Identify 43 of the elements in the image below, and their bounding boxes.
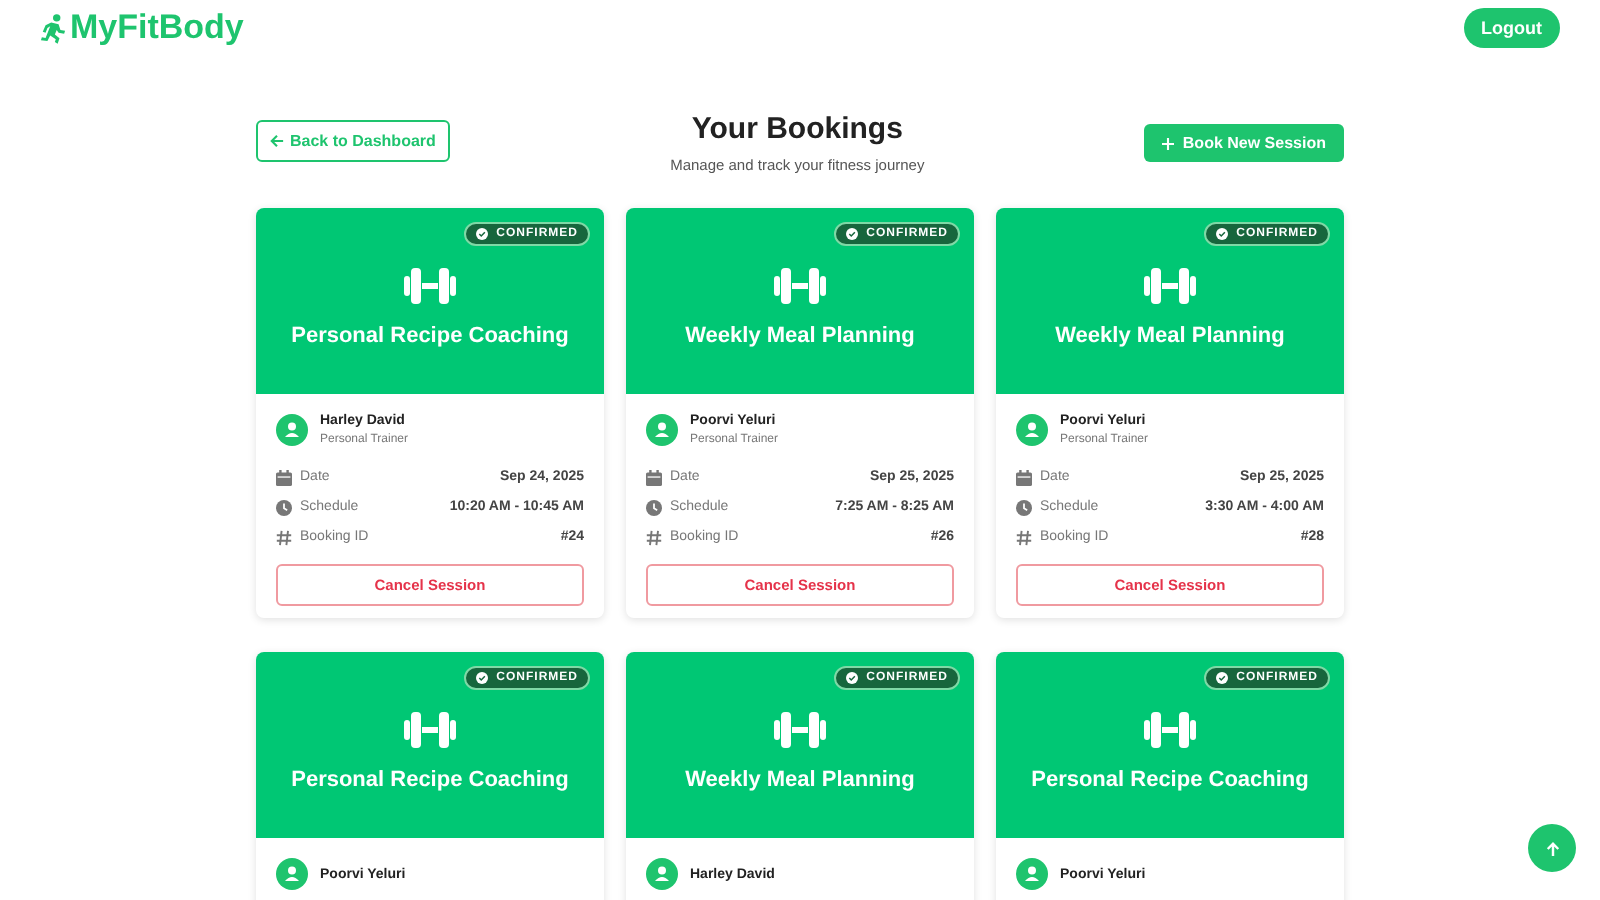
service-title: Weekly Meal Planning (685, 768, 915, 792)
clock-icon (646, 499, 662, 515)
check-circle-icon (1216, 228, 1229, 240)
hash-icon (276, 529, 292, 545)
hash-icon (1016, 529, 1032, 545)
avatar-icon (1016, 858, 1048, 890)
dumbbell-icon (774, 710, 826, 750)
runner-icon (40, 13, 66, 43)
service-title: Personal Recipe Coaching (291, 768, 569, 792)
check-circle-icon (846, 228, 859, 240)
arrow-up-icon (1545, 841, 1559, 855)
avatar-icon (276, 858, 308, 890)
calendar-icon (276, 469, 292, 485)
avatar-icon (646, 414, 678, 446)
clock-icon (276, 499, 292, 515)
service-title: Personal Recipe Coaching (291, 324, 569, 348)
avatar-icon (276, 414, 308, 446)
book-session-button[interactable]: Book New Session (1144, 124, 1344, 162)
check-circle-icon (476, 228, 489, 240)
dumbbell-icon (1144, 710, 1196, 750)
logo-text[interactable]: MyFitBody (70, 8, 244, 48)
logout-button[interactable]: Logout (1463, 8, 1560, 48)
hash-icon (646, 529, 662, 545)
dumbbell-icon (1144, 266, 1196, 306)
dumbbell-icon (774, 266, 826, 306)
calendar-icon (1016, 469, 1032, 485)
clock-icon (1016, 499, 1032, 515)
check-circle-icon (1216, 672, 1229, 684)
avatar-icon (646, 858, 678, 890)
scroll-top-button[interactable] (1528, 824, 1576, 872)
service-title: Weekly Meal Planning (685, 324, 915, 348)
check-circle-icon (476, 672, 489, 684)
avatar-icon (1016, 414, 1048, 446)
check-circle-icon (846, 672, 859, 684)
plus-icon (1162, 137, 1175, 149)
page-title: Your Bookings (691, 112, 903, 146)
calendar-icon (646, 469, 662, 485)
service-title: Personal Recipe Coaching (1031, 768, 1309, 792)
back-button[interactable]: Back to Dashboard (256, 120, 450, 162)
arrow-left-icon (270, 134, 284, 148)
dumbbell-icon (404, 266, 456, 306)
dumbbell-icon (404, 710, 456, 750)
service-title: Weekly Meal Planning (1055, 324, 1285, 348)
